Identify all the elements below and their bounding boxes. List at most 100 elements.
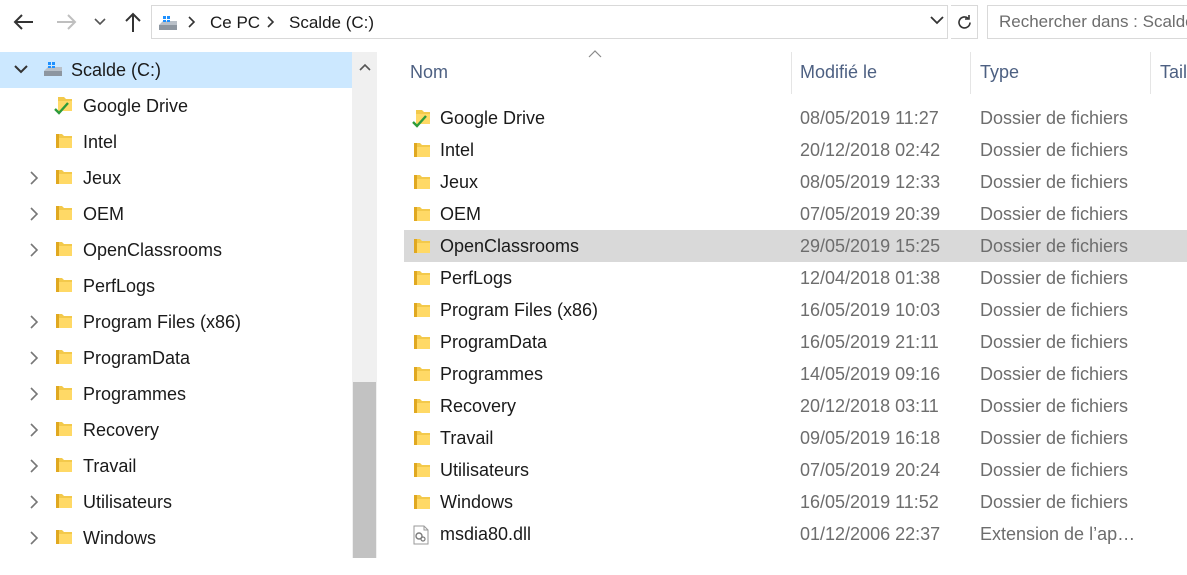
file-modified-date: 12/04/2018 01:38 — [800, 268, 941, 288]
back-button[interactable] — [8, 8, 38, 36]
chevron-down-icon[interactable] — [14, 65, 28, 74]
arrow-right-icon — [57, 14, 77, 30]
nav-tree-item[interactable]: Jeux — [0, 160, 352, 196]
nav-tree-item[interactable]: Windows — [0, 520, 352, 556]
search-box — [987, 5, 1187, 39]
chevron-right-icon[interactable] — [30, 207, 39, 221]
folder-icon — [56, 134, 72, 148]
file-name: Travail — [440, 428, 494, 448]
nav-tree-item[interactable]: Scalde (C:) — [0, 52, 352, 88]
folder-icon — [414, 239, 430, 253]
navigation-scrollbar[interactable] — [352, 52, 377, 558]
nav-tree-item[interactable]: ProgramData — [0, 340, 352, 376]
recent-locations-button[interactable] — [90, 8, 110, 36]
breadcrumb-drive[interactable]: Scalde (C:) — [289, 13, 374, 33]
chevron-right-icon[interactable] — [188, 16, 196, 28]
file-modified-date: 16/05/2019 11:52 — [800, 492, 939, 512]
file-type: Dossier de fichiers — [980, 300, 1129, 320]
chevron-right-icon[interactable] — [30, 171, 39, 185]
file-modified-date: 01/12/2006 22:37 — [800, 524, 941, 544]
folder-icon — [56, 530, 72, 544]
file-row[interactable]: PerfLogs 12/04/2018 01:38 Dossier de fichi… — [404, 262, 1187, 294]
folder-icon — [56, 206, 72, 220]
file-modified-date: 14/05/2019 09:16 — [800, 364, 941, 384]
file-modified-date: 29/05/2019 15:25 — [800, 236, 941, 256]
column-header-size[interactable]: Taille — [1151, 52, 1187, 94]
chevron-right-icon[interactable] — [30, 351, 39, 365]
folder-icon — [414, 399, 430, 413]
file-row[interactable]: OpenClassrooms 29/05/2019 15:25 Dossier de… — [404, 230, 1187, 262]
folder-icon — [56, 278, 72, 292]
nav-tree-item[interactable]: Google Drive — [0, 88, 352, 124]
chevron-right-icon[interactable] — [30, 243, 39, 257]
chevron-right-icon[interactable] — [30, 387, 39, 401]
column-header-modified[interactable]: Modifié le — [792, 52, 971, 94]
folder-icon — [56, 170, 72, 184]
file-type: Dossier de fichiers — [980, 108, 1129, 128]
file-row[interactable]: Utilisateurs 07/05/2019 20:24 Dossier de f… — [404, 454, 1187, 486]
chevron-down-icon[interactable] — [930, 16, 944, 25]
file-name: Programmes — [440, 364, 544, 384]
folder-icon — [414, 431, 430, 445]
column-header-type[interactable]: Type — [971, 52, 1151, 94]
nav-tree-item[interactable]: PerfLogs — [0, 268, 352, 304]
folder-icon — [56, 350, 72, 364]
nav-tree-item[interactable]: OpenClassrooms — [0, 232, 352, 268]
file-row[interactable]: Intel 20/12/2018 02:42 Dossier de fichiers — [404, 134, 1187, 166]
google-drive-folder-icon — [412, 110, 430, 128]
nav-tree-item[interactable]: Travail — [0, 448, 352, 484]
file-row[interactable]: ProgramData 16/05/2019 21:11 Dossier de fi… — [404, 326, 1187, 358]
nav-tree-item[interactable]: Program Files (x86) — [0, 304, 352, 340]
column-header-label: Nom — [410, 62, 449, 82]
file-row[interactable]: Programmes 14/05/2019 09:16 Dossier de fic… — [404, 358, 1187, 390]
file-name: Utilisateurs — [440, 460, 530, 480]
file-row[interactable]: Travail 09/05/2019 16:18 Dossier de fichie… — [404, 422, 1187, 454]
chevron-right-icon[interactable] — [30, 315, 39, 329]
address-bar[interactable]: Ce PC Scalde (C:) — [151, 5, 948, 39]
up-button[interactable] — [118, 8, 148, 36]
folder-icon — [414, 207, 430, 221]
folder-icon — [56, 494, 72, 508]
nav-tree-item[interactable]: Utilisateurs — [0, 484, 352, 520]
file-row[interactable]: Jeux 08/05/2019 12:33 Dossier de fichiers — [404, 166, 1187, 198]
chevron-right-icon[interactable] — [30, 531, 39, 545]
nav-tree-item[interactable]: OEM — [0, 196, 352, 232]
file-row[interactable]: Google Drive 08/05/2019 11:27 Dossier de f… — [404, 102, 1187, 134]
nav-tree-label: Jeux — [83, 168, 122, 188]
refresh-button[interactable] — [951, 5, 978, 39]
file-row[interactable]: OEM 07/05/2019 20:39 Dossier de fichiers — [404, 198, 1187, 230]
forward-button[interactable] — [52, 8, 82, 36]
file-type: Extension de l’application — [980, 524, 1145, 544]
chevron-right-icon[interactable] — [267, 16, 275, 28]
nav-tree-label: Program Files (x86) — [83, 312, 242, 332]
scroll-thumb[interactable] — [353, 382, 376, 558]
folder-icon — [56, 314, 72, 328]
column-header-label: Modifié le — [800, 62, 878, 82]
file-modified-date: 08/05/2019 11:27 — [800, 108, 939, 128]
chevron-right-icon[interactable] — [30, 495, 39, 509]
file-row[interactable]: Windows 16/05/2019 11:52 Dossier de fichie… — [404, 486, 1187, 518]
nav-tree-item[interactable]: Recovery — [0, 412, 352, 448]
file-name: Jeux — [440, 172, 479, 192]
nav-tree-item[interactable]: Intel — [0, 124, 352, 160]
folder-icon — [414, 335, 430, 349]
file-row[interactable]: Recovery 20/12/2018 03:11 Dossier de fichi… — [404, 390, 1187, 422]
search-input[interactable] — [988, 6, 1187, 38]
nav-tree-label: Programmes — [83, 384, 187, 404]
file-type: Dossier de fichiers — [980, 364, 1129, 384]
scroll-up-button[interactable] — [352, 52, 377, 82]
folder-icon — [414, 495, 430, 509]
google-drive-folder-icon — [54, 97, 72, 115]
chevron-right-icon[interactable] — [30, 423, 39, 437]
file-row[interactable]: Program Files (x86) 16/05/2019 10:03 Dossi… — [404, 294, 1187, 326]
folder-icon — [414, 175, 430, 189]
folder-icon — [56, 242, 72, 256]
column-header-name[interactable]: Nom — [404, 52, 792, 94]
file-type: Dossier de fichiers — [980, 396, 1129, 416]
file-modified-date: 08/05/2019 12:33 — [800, 172, 941, 192]
breadcrumb-this-pc[interactable]: Ce PC — [210, 13, 260, 33]
nav-tree-item[interactable]: Programmes — [0, 376, 352, 412]
chevron-right-icon[interactable] — [30, 459, 39, 473]
file-row[interactable]: msdia80.dll 01/12/2006 22:37 Extension de … — [404, 518, 1187, 550]
nav-tree-label: Windows — [83, 528, 157, 548]
